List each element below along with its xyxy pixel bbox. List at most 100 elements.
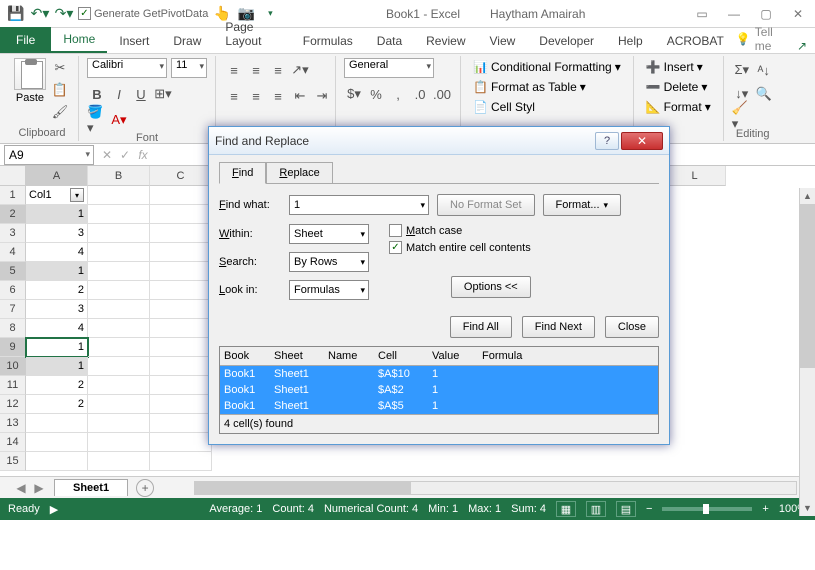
insert-cells-button[interactable]: ➕ Insert ▾ xyxy=(642,58,707,76)
vertical-scrollbar[interactable]: ▲ ▼ xyxy=(799,188,815,516)
save-icon[interactable]: 💾 xyxy=(6,4,26,24)
paste-button[interactable]: Paste xyxy=(14,58,46,104)
cell[interactable] xyxy=(150,452,212,471)
col-sheet[interactable]: Sheet xyxy=(270,347,324,365)
cell[interactable] xyxy=(150,376,212,395)
copy-icon[interactable]: 📋 xyxy=(50,80,70,100)
row-header[interactable]: 10 xyxy=(0,357,26,376)
indent-decrease-icon[interactable]: ⇤ xyxy=(290,86,310,106)
cell[interactable] xyxy=(26,414,88,433)
tab-help[interactable]: Help xyxy=(606,29,655,53)
select-all-cell[interactable] xyxy=(0,166,26,186)
comma-format-icon[interactable]: , xyxy=(388,84,408,104)
cell[interactable] xyxy=(88,224,150,243)
cell[interactable] xyxy=(150,205,212,224)
cell[interactable] xyxy=(88,186,150,205)
tab-data[interactable]: Data xyxy=(365,29,414,53)
add-sheet-button[interactable]: + xyxy=(136,479,154,497)
cell[interactable] xyxy=(88,262,150,281)
indent-increase-icon[interactable]: ⇥ xyxy=(312,86,332,106)
tab-formulas[interactable]: Formulas xyxy=(291,29,365,53)
row-header[interactable]: 15 xyxy=(0,452,26,471)
cell[interactable]: 2 xyxy=(26,395,88,414)
cell[interactable] xyxy=(88,319,150,338)
zoom-in-button[interactable]: + xyxy=(762,503,768,515)
within-select[interactable]: Sheet xyxy=(289,224,369,244)
minimize-button[interactable]: — xyxy=(723,6,745,22)
tab-acrobat[interactable]: ACROBAT xyxy=(655,29,736,53)
sort-filter-icon[interactable]: ᴬ↓ xyxy=(754,60,774,80)
cell[interactable]: 1 xyxy=(26,205,88,224)
row-header[interactable]: 8 xyxy=(0,319,26,338)
col-formula[interactable]: Formula xyxy=(478,347,658,365)
col-header-c[interactable]: C xyxy=(150,166,212,186)
options-button[interactable]: Options << xyxy=(451,276,531,298)
find-all-button[interactable]: Find All xyxy=(450,316,512,338)
cell[interactable] xyxy=(150,224,212,243)
cell[interactable]: 2 xyxy=(26,376,88,395)
close-window-button[interactable]: ✕ xyxy=(787,6,809,22)
cell[interactable] xyxy=(150,357,212,376)
underline-button[interactable]: U xyxy=(131,84,151,104)
tab-insert[interactable]: Insert xyxy=(107,29,161,53)
cell[interactable] xyxy=(26,433,88,452)
row-header[interactable]: 14 xyxy=(0,433,26,452)
row-header[interactable]: 4 xyxy=(0,243,26,262)
lookin-select[interactable]: Formulas xyxy=(289,280,369,300)
row-header[interactable]: 2 xyxy=(0,205,26,224)
row-header[interactable]: 6 xyxy=(0,281,26,300)
status-record-icon[interactable]: ▶ xyxy=(50,503,58,516)
align-top-icon[interactable]: ≡ xyxy=(224,60,244,80)
tab-developer[interactable]: Developer xyxy=(527,29,606,53)
page-break-view-icon[interactable]: ▤ xyxy=(616,501,636,517)
tab-find[interactable]: Find xyxy=(219,162,266,184)
name-box[interactable]: A9 xyxy=(4,145,94,165)
format-as-table-button[interactable]: 📋 Format as Table ▾ xyxy=(469,78,590,96)
fx-icon[interactable]: fx xyxy=(134,146,152,164)
italic-button[interactable]: I xyxy=(109,84,129,104)
fill-color-button[interactable]: 🪣▾ xyxy=(87,110,107,130)
format-painter-icon[interactable]: 🖌 xyxy=(50,102,70,122)
cell[interactable]: 4 xyxy=(26,319,88,338)
cell-styles-button[interactable]: 📄 Cell Styl xyxy=(469,98,539,116)
cell[interactable] xyxy=(88,300,150,319)
delete-cells-button[interactable]: ➖ Delete ▾ xyxy=(642,78,712,96)
ribbon-options-icon[interactable]: ▭ xyxy=(691,6,713,22)
cancel-formula-icon[interactable]: ✕ xyxy=(98,146,116,164)
align-middle-icon[interactable]: ≡ xyxy=(246,60,266,80)
dialog-close-button[interactable]: ✕ xyxy=(621,132,663,150)
redo-icon[interactable]: ↷▾ xyxy=(54,4,74,24)
cell[interactable] xyxy=(88,281,150,300)
cell[interactable] xyxy=(88,395,150,414)
cell[interactable] xyxy=(88,205,150,224)
undo-icon[interactable]: ↶▾ xyxy=(30,4,50,24)
cell[interactable] xyxy=(88,338,150,357)
percent-format-icon[interactable]: % xyxy=(366,84,386,104)
sheet-nav-prev-icon[interactable]: ◀ xyxy=(12,479,30,497)
align-right-icon[interactable]: ≡ xyxy=(268,86,288,106)
find-next-button[interactable]: Find Next xyxy=(522,316,595,338)
cell[interactable] xyxy=(88,414,150,433)
cell[interactable] xyxy=(150,395,212,414)
cell[interactable] xyxy=(88,376,150,395)
font-color-button[interactable]: A▾ xyxy=(109,110,129,130)
col-header-l[interactable]: L xyxy=(664,166,726,186)
accounting-format-icon[interactable]: $▾ xyxy=(344,84,364,104)
conditional-formatting-button[interactable]: 📊 Conditional Formatting ▾ xyxy=(469,58,625,76)
find-select-icon[interactable]: 🔍 xyxy=(754,84,774,104)
page-layout-view-icon[interactable]: ▥ xyxy=(586,501,606,517)
cell[interactable]: 1 xyxy=(26,338,88,357)
number-format-select[interactable]: General xyxy=(344,58,434,78)
format-cells-button[interactable]: 📐 Format ▾ xyxy=(642,98,715,116)
sheet-tab-active[interactable]: Sheet1 xyxy=(54,479,128,496)
clear-icon[interactable]: 🧹▾ xyxy=(732,106,752,126)
search-select[interactable]: By Rows xyxy=(289,252,369,272)
filter-dropdown-icon[interactable]: ▾ xyxy=(70,188,84,202)
cell[interactable] xyxy=(88,357,150,376)
col-book[interactable]: Book xyxy=(220,347,270,365)
match-entire-checkbox[interactable]: ✓Match entire cell contents xyxy=(389,241,531,254)
cell[interactable] xyxy=(88,243,150,262)
cell[interactable]: 4 xyxy=(26,243,88,262)
tab-home[interactable]: Home xyxy=(51,27,107,53)
row-header[interactable]: 12 xyxy=(0,395,26,414)
